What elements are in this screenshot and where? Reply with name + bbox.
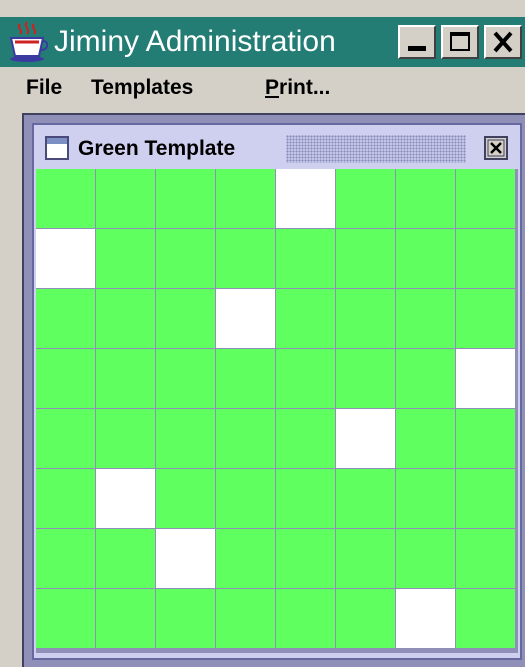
grid-cell-r1-c3[interactable] [156,169,215,228]
grid-cell-r4-c1[interactable] [36,349,95,408]
grid-cell-r5-c5[interactable] [276,409,335,468]
close-button[interactable] [484,25,522,59]
grid-cell-r7-c7[interactable] [396,529,455,588]
grid-cell-r2-c7[interactable] [396,229,455,288]
grid-cell-r3-c5[interactable] [276,289,335,348]
grid-cell-r3-c6[interactable] [336,289,395,348]
close-icon [493,31,513,53]
grid-cell-r3-c7[interactable] [396,289,455,348]
maximize-icon [450,32,470,51]
menu-file[interactable]: File [26,76,62,100]
internal-frame-title: Green Template [78,137,236,160]
grid-cell-r6-c2[interactable] [96,469,155,528]
grid-cell-r5-c6[interactable] [336,409,395,468]
grid-cell-r3-c2[interactable] [96,289,155,348]
grid-cell-r5-c4[interactable] [216,409,275,468]
grid-cell-r6-c5[interactable] [276,469,335,528]
grid-cell-r7-c8[interactable] [456,529,515,588]
menu-templates[interactable]: Templates [91,76,193,100]
grid-cell-r8-c1[interactable] [36,589,95,648]
internal-frame-titlebar[interactable]: Green Template [36,128,518,167]
grid-cell-r4-c4[interactable] [216,349,275,408]
grid-cell-r1-c4[interactable] [216,169,275,228]
grid-cell-r5-c8[interactable] [456,409,515,468]
window-title: Jiminy Administration [54,25,336,58]
grid-cell-r5-c7[interactable] [396,409,455,468]
grid-cell-r8-c4[interactable] [216,589,275,648]
desktop-pane: Green Template [22,113,525,667]
grid-cell-r7-c4[interactable] [216,529,275,588]
grid-cell-r1-c2[interactable] [96,169,155,228]
grid-cell-r7-c1[interactable] [36,529,95,588]
maximize-button[interactable] [441,25,479,59]
grid-cell-r4-c2[interactable] [96,349,155,408]
grid-cell-r2-c3[interactable] [156,229,215,288]
grid-cell-r1-c5[interactable] [276,169,335,228]
window-titlebar[interactable]: Jiminy Administration [0,17,525,67]
grid-cell-r4-c3[interactable] [156,349,215,408]
menu-print-mnemonic: P [265,76,280,99]
grid-cell-r5-c2[interactable] [96,409,155,468]
grid-cell-r5-c1[interactable] [36,409,95,468]
titlebar-grip [286,135,466,163]
grid-cell-r2-c4[interactable] [216,229,275,288]
grid-cell-r8-c6[interactable] [336,589,395,648]
internal-frame-close-button[interactable] [484,136,508,160]
menu-bar: File Templates Print... [0,70,525,107]
minimize-icon [408,46,426,51]
window-icon [45,136,69,160]
grid-cell-r7-c6[interactable] [336,529,395,588]
menu-print-label: rint... [279,76,331,99]
grid-cell-r3-c4[interactable] [216,289,275,348]
grid-cell-r2-c5[interactable] [276,229,335,288]
grid-cell-r6-c7[interactable] [396,469,455,528]
grid-cell-r3-c1[interactable] [36,289,95,348]
grid-cell-r7-c3[interactable] [156,529,215,588]
grid-cell-r4-c8[interactable] [456,349,515,408]
app-window: Jiminy Administration File Templates Pri… [0,0,525,667]
grid-cell-r4-c6[interactable] [336,349,395,408]
minimize-button[interactable] [398,25,436,59]
grid-cell-r3-c3[interactable] [156,289,215,348]
close-icon [487,139,505,157]
grid-cell-r7-c5[interactable] [276,529,335,588]
grid-cell-r1-c1[interactable] [36,169,95,228]
grid-cell-r6-c3[interactable] [156,469,215,528]
template-grid [36,169,518,653]
grid-cell-r4-c5[interactable] [276,349,335,408]
grid-cell-r5-c3[interactable] [156,409,215,468]
grid-cell-r6-c6[interactable] [336,469,395,528]
menu-print[interactable]: Print... [265,76,330,100]
grid-cell-r6-c4[interactable] [216,469,275,528]
grid-cell-r1-c7[interactable] [396,169,455,228]
grid-cell-r1-c6[interactable] [336,169,395,228]
grid-cell-r8-c7[interactable] [396,589,455,648]
java-cup-icon [9,21,48,62]
grid-cell-r6-c8[interactable] [456,469,515,528]
grid-cell-r8-c8[interactable] [456,589,515,648]
grid-cell-r8-c2[interactable] [96,589,155,648]
template-grid-area [36,169,518,653]
grid-cell-r4-c7[interactable] [396,349,455,408]
grid-cell-r7-c2[interactable] [96,529,155,588]
grid-cell-r2-c2[interactable] [96,229,155,288]
grid-cell-r3-c8[interactable] [456,289,515,348]
grid-cell-r2-c1[interactable] [36,229,95,288]
grid-cell-r2-c8[interactable] [456,229,515,288]
grid-cell-r1-c8[interactable] [456,169,515,228]
grid-cell-r6-c1[interactable] [36,469,95,528]
grid-cell-r2-c6[interactable] [336,229,395,288]
grid-cell-r8-c3[interactable] [156,589,215,648]
internal-frame-green-template: Green Template [32,123,522,660]
grid-cell-r8-c5[interactable] [276,589,335,648]
